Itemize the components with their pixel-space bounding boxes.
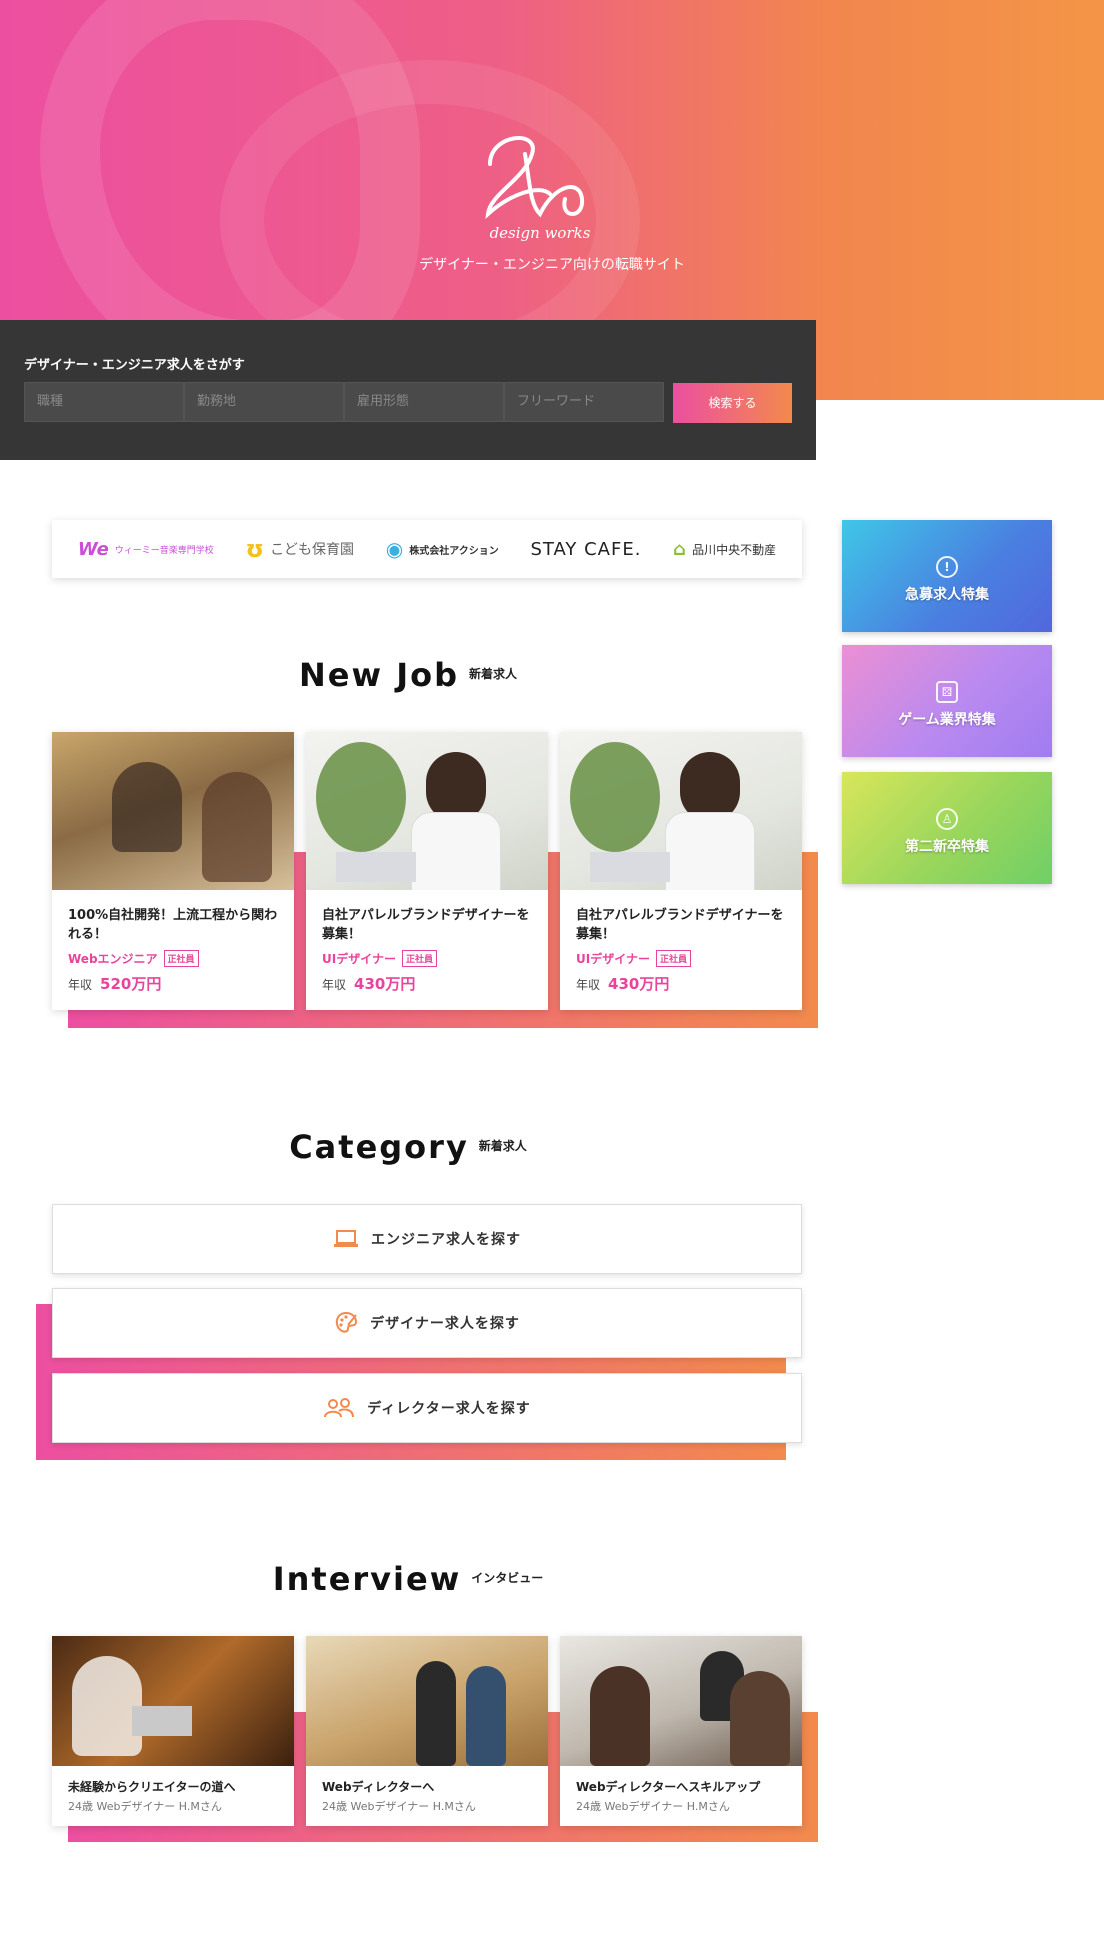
employment-tag: 正社員 — [401, 950, 437, 967]
feature-label: 急募求人特集 — [905, 587, 989, 603]
job-salary: 年収 430万円 — [560, 967, 802, 1010]
partner-mark: ⌂ — [673, 538, 687, 560]
partner-logos: We ウィーミー音楽専門学校 ʊ こども保育園 ◉ 株式会社アクション STAY… — [52, 520, 802, 578]
category-director-button[interactable]: ディレクター求人を探す — [52, 1373, 802, 1443]
partner-name: 株式会社アクション — [409, 545, 499, 557]
interview-card[interactable]: Webディレクターへスキルアップ 24歳 Webデザイナー H.Mさん — [560, 1636, 802, 1826]
employment-tag: 正社員 — [163, 950, 199, 967]
salary-amount: 430万円 — [354, 975, 416, 993]
partner-logo[interactable]: STAY CAFE. — [530, 539, 641, 560]
partner-name: 品川中央不動産 — [692, 542, 777, 557]
category-label: エンジニア求人を探す — [371, 1232, 521, 1248]
interview-title: Webディレクターへスキルアップ — [576, 1780, 761, 1794]
location-select[interactable]: 勤務地 — [184, 382, 344, 422]
interview-card[interactable]: Webディレクターへ 24歳 Webデザイナー H.Mさん — [306, 1636, 548, 1826]
job-role-label: Webエンジニア — [68, 952, 158, 966]
category-engineer-button[interactable]: エンジニア求人を探す — [52, 1204, 802, 1274]
partner-name: STAY CAFE. — [530, 538, 642, 560]
job-type-select[interactable]: 職種 — [24, 382, 184, 422]
interview-heading: Interview インタビュー — [0, 1560, 816, 1598]
job-photo — [52, 732, 294, 890]
partner-logo[interactable]: ʊ こども保育園 — [246, 535, 355, 563]
salary-amount: 430万円 — [608, 975, 670, 993]
section-title: New Job — [299, 656, 459, 694]
laptop-icon — [334, 1230, 358, 1247]
category-heading: Category 新着求人 — [0, 1128, 816, 1166]
partner-logo[interactable]: ◉ 株式会社アクション — [386, 537, 499, 561]
partner-logo[interactable]: We ウィーミー音楽専門学校 — [78, 539, 214, 560]
interview-title: Webディレクターへ — [322, 1780, 435, 1794]
partner-mark: We — [77, 538, 109, 560]
job-title: 自社アパレルブランドデザイナーを募集！ — [576, 908, 784, 942]
salary-amount: 520万円 — [100, 975, 162, 993]
category-designer-button[interactable]: デザイナー求人を探す — [52, 1288, 802, 1358]
interview-subtitle: 24歳 Webデザイナー H.Mさん — [322, 1800, 476, 1813]
job-role-label: UIデザイナー — [576, 952, 650, 966]
site-tagline: デザイナー・エンジニア向けの転職サイト — [419, 257, 685, 273]
feature-game-industry[interactable]: ⚄ ゲーム業界特集 — [842, 645, 1052, 757]
palette-icon — [335, 1311, 358, 1333]
site-logo[interactable]: design works — [470, 124, 610, 244]
partner-mark: ʊ — [245, 535, 265, 563]
feature-urgent-jobs[interactable]: ! 急募求人特集 — [842, 520, 1052, 632]
job-salary: 年収 430万円 — [306, 967, 548, 1010]
job-role: UIデザイナー 正社員 — [306, 944, 548, 967]
partner-name: ウィーミー音楽専門学校 — [114, 545, 214, 556]
job-role: Webエンジニア 正社員 — [52, 944, 294, 967]
partner-mark: ◉ — [385, 537, 404, 561]
job-card[interactable]: 自社アパレルブランドデザイナーを募集！ UIデザイナー 正社員 年収 430万円 — [560, 732, 802, 1010]
search-button[interactable]: 検索する — [673, 383, 792, 423]
partner-logo[interactable]: ⌂ 品川中央不動産 — [673, 539, 776, 560]
employment-tag: 正社員 — [655, 950, 691, 967]
job-photo — [306, 732, 548, 890]
interview-subtitle: 24歳 Webデザイナー H.Mさん — [576, 1800, 730, 1813]
free-word-input[interactable]: フリーワード — [504, 382, 664, 422]
job-card[interactable]: 自社アパレルブランドデザイナーを募集！ UIデザイナー 正社員 年収 430万円 — [306, 732, 548, 1010]
job-salary: 年収 520万円 — [52, 967, 294, 1010]
interview-photo — [306, 1636, 548, 1766]
job-role-label: UIデザイナー — [322, 952, 396, 966]
job-title: 100%自社開発！上流工程から関われる！ — [68, 908, 278, 942]
section-subtitle: 新着求人 — [478, 1139, 527, 1153]
category-label: ディレクター求人を探す — [367, 1401, 531, 1417]
category-label: デザイナー求人を探す — [370, 1316, 520, 1332]
interview-photo — [52, 1636, 294, 1766]
feature-label: 第二新卒特集 — [905, 839, 989, 855]
interview-card[interactable]: 未経験からクリエイターの道へ 24歳 Webデザイナー H.Mさん — [52, 1636, 294, 1826]
section-title: Category — [289, 1128, 469, 1166]
job-search-panel: デザイナー・エンジニア求人をさがす 職種 勤務地 雇用形態 フリーワード 検索す… — [0, 320, 816, 460]
dice-icon: ⚄ — [936, 681, 958, 703]
job-photo — [560, 732, 802, 890]
person-icon: ♙ — [936, 808, 958, 830]
new-job-heading: New Job 新着求人 — [0, 656, 816, 694]
salary-label: 年収 — [322, 978, 347, 992]
interview-title: 未経験からクリエイターの道へ — [68, 1780, 236, 1794]
salary-label: 年収 — [576, 978, 601, 992]
partner-name: こども保育園 — [270, 542, 355, 558]
job-card[interactable]: 100%自社開発！上流工程から関われる！ Webエンジニア 正社員 年収 520万円 — [52, 732, 294, 1010]
section-title: Interview — [272, 1560, 462, 1598]
interview-subtitle: 24歳 Webデザイナー H.Mさん — [68, 1800, 222, 1813]
search-title: デザイナー・エンジニア求人をさがす — [24, 358, 245, 373]
job-title: 自社アパレルブランドデザイナーを募集！ — [322, 908, 530, 942]
logo-text: design works — [490, 224, 591, 242]
feature-second-graduate[interactable]: ♙ 第二新卒特集 — [842, 772, 1052, 884]
people-icon — [324, 1398, 355, 1418]
interview-photo — [560, 1636, 802, 1766]
salary-label: 年収 — [68, 978, 93, 992]
section-subtitle: 新着求人 — [468, 667, 517, 681]
feature-label: ゲーム業界特集 — [898, 712, 996, 728]
employment-type-select[interactable]: 雇用形態 — [344, 382, 504, 422]
section-subtitle: インタビュー — [471, 1571, 544, 1585]
alert-icon: ! — [936, 556, 958, 578]
job-role: UIデザイナー 正社員 — [560, 944, 802, 967]
